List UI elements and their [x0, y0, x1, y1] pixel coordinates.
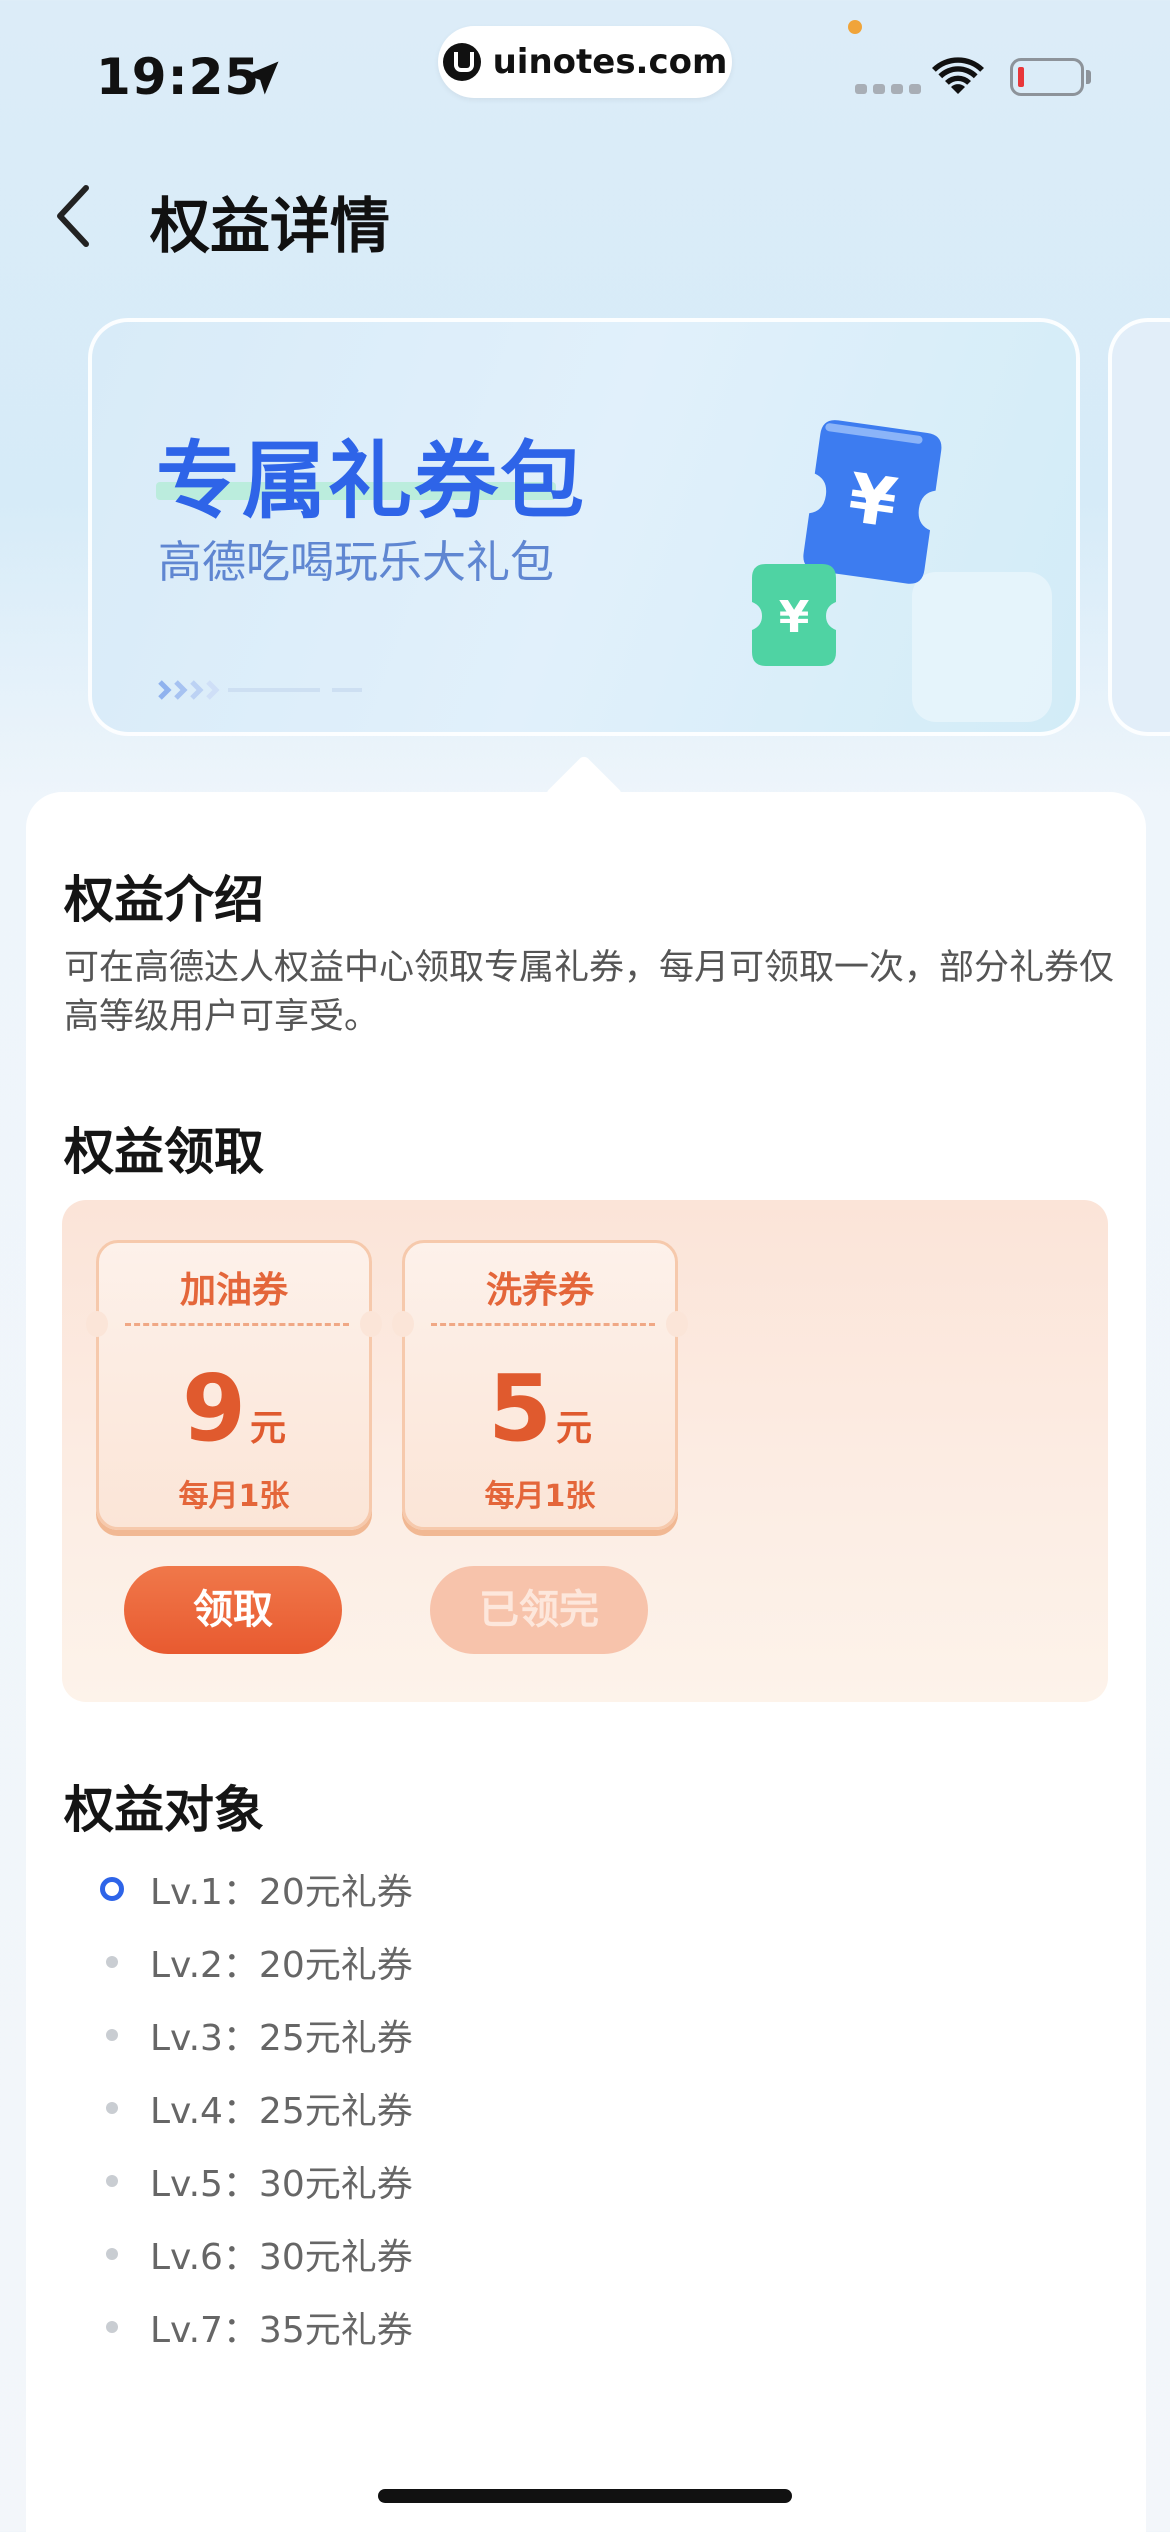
active-level-dot-icon [100, 1876, 124, 1901]
coupon-carwash: 洗养券 5元 每月1张 [392, 1240, 688, 1530]
coupon-limit: 每月1张 [484, 1479, 596, 1514]
list-item: Lv.3：25元礼券 [98, 1998, 413, 2071]
chevron-left-icon[interactable] [44, 176, 104, 256]
coupon-name: 洗养券 [485, 1270, 594, 1311]
list-item: Lv.5：30元礼券 [98, 2144, 413, 2217]
cellular-signal-icon [855, 84, 921, 94]
bullet-dot-icon [106, 1955, 118, 1968]
privacy-indicator-dot [848, 20, 862, 34]
page-title: 权益详情 [150, 192, 390, 262]
intro-heading: 权益介绍 [64, 871, 264, 929]
level-label: Lv.6：30元礼券 [150, 2236, 413, 2278]
level-label: Lv.3：25元礼券 [150, 2017, 413, 2059]
wifi-icon [932, 57, 984, 94]
claimed-button: 已领完 [430, 1566, 648, 1654]
intro-text: 可在高德达人权益中心领取专属礼券，每月可领取一次，部分礼券仅高等级用户可享受。 [64, 948, 1115, 1037]
coupon-divider [125, 1323, 349, 1326]
coupon-unit: 元 [556, 1408, 593, 1449]
bullet-dot-icon [106, 2247, 118, 2260]
list-item: Lv.2：20元礼券 [98, 1925, 413, 1998]
coupon-value: 9 [181, 1355, 246, 1462]
bullet-dot-icon [106, 2320, 118, 2333]
url-text: uinotes.com [492, 42, 728, 82]
list-item: Lv.4：25元礼券 [98, 2071, 413, 2144]
battery-icon [1010, 58, 1084, 96]
bullet-dot-icon [106, 2101, 118, 2114]
level-label: Lv.2：20元礼券 [150, 1944, 413, 1986]
home-indicator[interactable] [378, 2489, 792, 2503]
svg-text:¥: ¥ [779, 592, 810, 643]
coupon-name: 加油券 [179, 1270, 288, 1311]
level-list: Lv.1：20元礼券 Lv.2：20元礼券 Lv.3：25元礼券 Lv.4：25… [98, 1852, 413, 2363]
yen-coupon-icon: ¥ ¥ [752, 420, 1052, 722]
url-pill[interactable]: uinotes.com [438, 26, 732, 98]
list-item: Lv.7：35元礼券 [98, 2290, 413, 2363]
targets-heading: 权益对象 [64, 1781, 264, 1839]
list-item: Lv.1：20元礼券 [98, 1852, 413, 1925]
status-bar: 19:25 uinotes.com [0, 0, 1170, 140]
list-item: Lv.6：30元礼券 [98, 2217, 413, 2290]
coupon-fuel: 加油券 9元 每月1张 [86, 1240, 382, 1530]
coupon-value: 5 [487, 1355, 552, 1462]
banner-subtitle: 高德吃喝玩乐大礼包 [158, 537, 554, 588]
level-label: Lv.7：35元礼券 [150, 2309, 413, 2351]
battery-tip [1086, 70, 1091, 84]
claim-button[interactable]: 领取 [124, 1566, 342, 1654]
coupon-amount: 5元 [405, 1355, 675, 1462]
bullet-dot-icon [106, 2174, 118, 2187]
banner-card[interactable]: 专属礼券包 高德吃喝玩乐大礼包 ¥ ¥ [88, 318, 1080, 736]
level-label: Lv.1：20元礼券 [150, 1871, 413, 1913]
level-label: Lv.5：30元礼券 [150, 2163, 413, 2205]
banner-card-next[interactable] [1108, 318, 1170, 736]
bullet-dot-icon [106, 2028, 118, 2041]
coupon-limit: 每月1张 [178, 1479, 290, 1514]
coupon-divider [431, 1323, 655, 1326]
banner-title: 专属礼券包 [156, 432, 587, 530]
coupon-amount: 9元 [99, 1355, 369, 1462]
banner-pager-indicator [158, 680, 362, 700]
level-label: Lv.4：25元礼券 [150, 2090, 413, 2132]
location-arrow-icon [245, 61, 279, 95]
status-time: 19:25 [96, 48, 261, 106]
coupon-unit: 元 [250, 1408, 287, 1449]
claim-heading: 权益领取 [64, 1123, 264, 1181]
uinotes-logo-icon [442, 43, 481, 81]
